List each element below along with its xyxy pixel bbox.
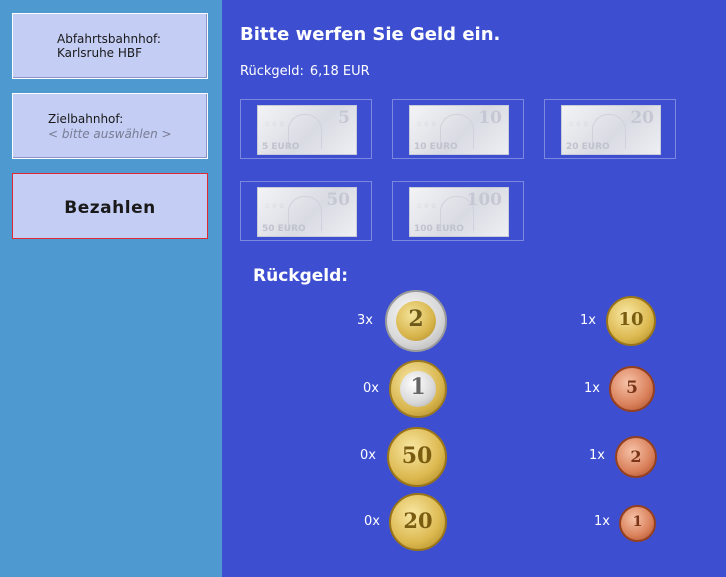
coin-50-cent-icon: 50: [387, 427, 447, 487]
departure-station-button[interactable]: Abfahrtsbahnhof: Karlsruhe HBF: [12, 13, 208, 79]
destination-station-title: Zielbahnhof:: [48, 112, 124, 126]
coin-2-cent-count: 1x: [589, 448, 605, 463]
coin-1-euro-icon: 1: [389, 360, 447, 418]
pay-button[interactable]: Bezahlen: [12, 173, 208, 239]
change-label: Rückgeld:: [240, 64, 304, 79]
sidebar: Abfahrtsbahnhof: Karlsruhe HBF Zielbahnh…: [0, 0, 222, 577]
departure-station-title: Abfahrtsbahnhof:: [57, 32, 161, 46]
coin-2-euro-icon: 2: [385, 290, 447, 352]
destination-station-button[interactable]: Zielbahnhof: < bitte auswählen >: [12, 93, 208, 159]
banknote-50-image: ☆☆☆ 50 50 EURO: [257, 187, 357, 237]
departure-station-value: Karlsruhe HBF: [57, 46, 143, 60]
coin-5-cent-icon: 5: [609, 366, 655, 412]
coin-20-cent-icon: 20: [389, 493, 447, 551]
destination-station-placeholder: < bitte auswählen >: [48, 127, 172, 141]
change-value: 6,18 EUR: [309, 64, 370, 79]
coin-50-cent-count: 0x: [360, 448, 376, 463]
coin-2-cent-icon: 2: [615, 436, 657, 478]
banknote-100-image: ☆☆☆ 100 100 EURO: [409, 187, 509, 237]
coin-20-cent-count: 0x: [364, 514, 380, 529]
coin-10-cent-icon: 10: [606, 296, 656, 346]
coin-2-euro-count: 3x: [357, 313, 373, 328]
coin-1-euro-count: 0x: [363, 381, 379, 396]
change-heading: Rückgeld:: [253, 266, 349, 286]
banknote-50-button[interactable]: ☆☆☆ 50 50 EURO: [240, 181, 372, 241]
coin-10-cent-count: 1x: [580, 313, 596, 328]
coin-1-cent-icon: 1: [619, 505, 656, 542]
change-amount-line: Rückgeld: 6,18 EUR: [240, 64, 376, 79]
banknote-20-button[interactable]: ☆☆☆ 20 20 EURO: [544, 99, 676, 159]
banknote-10-image: ☆☆☆ 10 10 EURO: [409, 105, 509, 155]
page-title: Bitte werfen Sie Geld ein.: [240, 24, 501, 45]
pay-button-label: Bezahlen: [64, 198, 156, 218]
banknote-5-image: ☆☆☆ 5 5 EURO: [257, 105, 357, 155]
coin-1-cent-count: 1x: [594, 514, 610, 529]
banknote-100-button[interactable]: ☆☆☆ 100 100 EURO: [392, 181, 524, 241]
banknote-5-button[interactable]: ☆☆☆ 5 5 EURO: [240, 99, 372, 159]
banknote-20-image: ☆☆☆ 20 20 EURO: [561, 105, 661, 155]
payment-panel: Bitte werfen Sie Geld ein. Rückgeld: 6,18…: [222, 0, 726, 577]
coin-5-cent-count: 1x: [584, 381, 600, 396]
banknote-10-button[interactable]: ☆☆☆ 10 10 EURO: [392, 99, 524, 159]
